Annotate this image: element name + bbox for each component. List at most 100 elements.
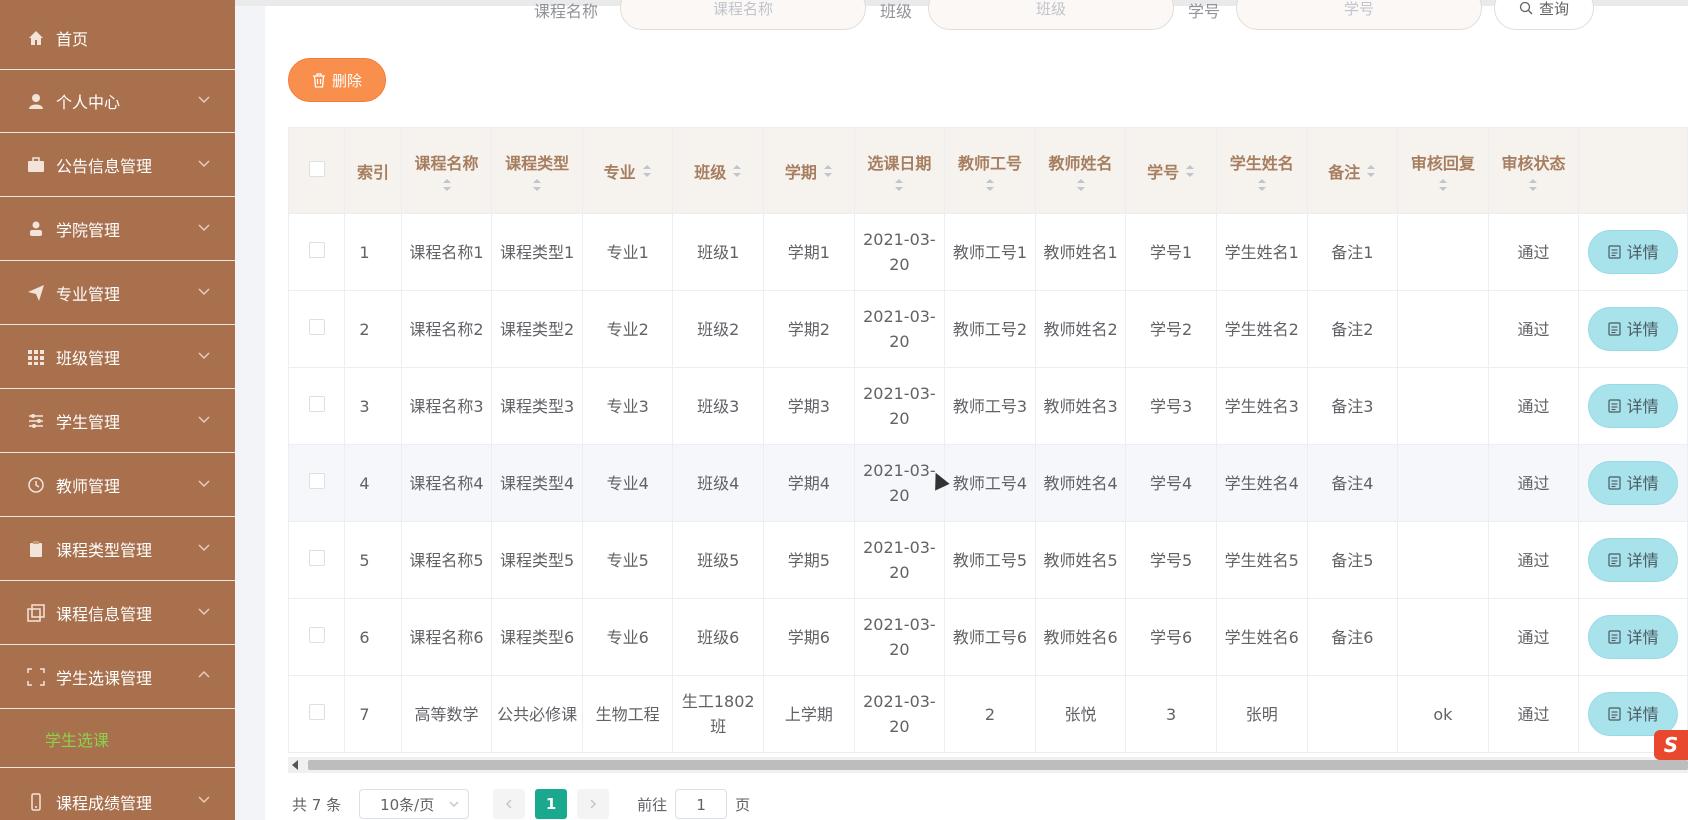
prev-page-button[interactable] <box>493 789 526 819</box>
row-checkbox-cell[interactable] <box>287 598 346 676</box>
sort-icon[interactable] <box>1528 178 1538 192</box>
ime-floating-icon[interactable]: S <box>1654 730 1688 760</box>
row-checkbox[interactable] <box>308 241 325 258</box>
cell-selection-date: 2021-03-20 <box>853 367 946 445</box>
search-input-class[interactable]: 班级 <box>928 0 1174 30</box>
column-header-review-reply[interactable]: 审核回复 <box>1397 127 1489 214</box>
select-all-checkbox-cell[interactable] <box>287 127 346 214</box>
cell-class: 班级2 <box>672 290 765 368</box>
sidebar-subitem-course-selection[interactable]: 学生选课 <box>0 710 235 768</box>
delete-button[interactable]: 删除 <box>288 58 386 102</box>
sidebar-item-label: 学生选课管理 <box>56 669 153 688</box>
sidebar-item-course-selection[interactable]: 学生选课管理 <box>0 646 235 709</box>
row-checkbox-cell[interactable] <box>287 367 346 445</box>
page-size-select[interactable]: 10条/页 <box>359 789 470 819</box>
chevron-down-icon <box>198 160 210 168</box>
sidebar-item-course-type[interactable]: 课程类型管理 <box>0 518 235 581</box>
sidebar-item-grades[interactable]: 课程成绩管理 <box>0 770 235 820</box>
sort-icon[interactable] <box>532 178 542 192</box>
sort-icon[interactable] <box>1257 178 1267 192</box>
chevron-left-icon <box>506 799 512 809</box>
column-header-review-status[interactable]: 审核状态 <box>1487 127 1580 214</box>
column-header-course-name[interactable]: 课程名称 <box>400 127 493 214</box>
sidebar-item-label: 公告信息管理 <box>56 157 153 176</box>
cell-note: 备注5 <box>1306 521 1399 599</box>
table-horizontal-scrollbar[interactable] <box>288 757 1688 773</box>
column-header-note[interactable]: 备注 <box>1306 127 1399 214</box>
sidebar-item-personal[interactable]: 个人中心 <box>0 70 235 133</box>
row-checkbox[interactable] <box>308 472 325 489</box>
sort-icon[interactable] <box>1076 178 1086 192</box>
sidebar-item-student[interactable]: 学生管理 <box>0 390 235 453</box>
column-header-course-type[interactable]: 课程类型 <box>491 127 583 214</box>
detail-button[interactable]: 详情 <box>1588 384 1679 428</box>
column-header-class[interactable]: 班级 <box>672 127 765 214</box>
cell-teacher-id: 教师工号5 <box>944 521 1036 599</box>
table-row: 4 课程名称4 课程类型4 专业4 班级4 学期4 2021-03-20 教师工号4 教师姓名4… <box>287 444 1688 522</box>
table-row: 5 课程名称5 课程类型5 专业5 班级5 学期5 2021-03-20 教师工号5 教师姓名5… <box>287 521 1688 599</box>
column-header-index: 索引 <box>344 127 402 214</box>
search-input-student-id[interactable]: 学号 <box>1236 0 1482 30</box>
detail-button-label: 详情 <box>1626 704 1659 724</box>
cell-student-id: 学号5 <box>1125 521 1217 599</box>
sort-icon[interactable] <box>894 178 904 192</box>
document-icon <box>1607 630 1621 644</box>
cell-term: 上学期 <box>763 675 855 753</box>
row-checkbox-cell[interactable] <box>287 521 346 599</box>
detail-button[interactable]: 详情 <box>1588 461 1679 505</box>
search-input-course-name[interactable]: 课程名称 <box>620 0 866 30</box>
page-number-current[interactable]: 1 <box>535 789 568 819</box>
cell-student-name: 学生姓名4 <box>1215 444 1308 522</box>
sort-icon[interactable] <box>1366 164 1376 178</box>
sidebar-item-teacher[interactable]: 教师管理 <box>0 454 235 517</box>
column-header-selection-date[interactable]: 选课日期 <box>853 127 946 214</box>
row-checkbox[interactable] <box>308 549 325 566</box>
row-checkbox[interactable] <box>308 395 325 412</box>
row-checkbox-cell[interactable] <box>287 444 346 522</box>
sort-icon[interactable] <box>1185 164 1195 178</box>
next-page-button[interactable] <box>577 789 610 819</box>
sort-icon[interactable] <box>985 178 995 192</box>
cell-review-reply: ok <box>1397 675 1489 753</box>
row-checkbox[interactable] <box>308 626 325 643</box>
sort-icon[interactable] <box>732 164 742 178</box>
row-checkbox[interactable] <box>308 318 325 335</box>
detail-button-label: 详情 <box>1626 627 1659 647</box>
sidebar-item-course-info[interactable]: 课程信息管理 <box>0 582 235 645</box>
cell-actions: 详情 <box>1578 444 1688 522</box>
row-checkbox-cell[interactable] <box>287 213 346 291</box>
scroll-left-arrow-icon[interactable] <box>292 760 298 770</box>
goto-page-input[interactable]: 1 <box>675 789 728 819</box>
column-header-teacher-name[interactable]: 教师姓名 <box>1034 127 1127 214</box>
sidebar-item-major[interactable]: 专业管理 <box>0 262 235 325</box>
sidebar-item-college[interactable]: 学院管理 <box>0 198 235 261</box>
sort-icon[interactable] <box>1438 178 1448 192</box>
sidebar: 首页 个人中心 公告信息管理 学院管理 专业管理 班级管理 学生管理 教师管理 … <box>0 0 235 820</box>
detail-button[interactable]: 详情 <box>1588 230 1679 274</box>
select-all-checkbox[interactable] <box>308 160 325 177</box>
detail-button[interactable]: 详情 <box>1588 307 1679 351</box>
column-header-teacher-id[interactable]: 教师工号 <box>944 127 1036 214</box>
column-header-term[interactable]: 学期 <box>763 127 855 214</box>
cell-course-type: 课程类型4 <box>491 444 583 522</box>
column-header-student-id[interactable]: 学号 <box>1125 127 1217 214</box>
row-checkbox-cell[interactable] <box>287 290 346 368</box>
cell-actions: 详情 <box>1578 367 1688 445</box>
search-button[interactable]: 查询 <box>1494 0 1594 30</box>
sidebar-item-class[interactable]: 班级管理 <box>0 326 235 389</box>
sort-icon[interactable] <box>823 164 833 178</box>
row-checkbox-cell[interactable] <box>287 675 346 753</box>
column-header-student-name[interactable]: 学生姓名 <box>1215 127 1308 214</box>
sort-icon[interactable] <box>442 178 452 192</box>
cell-course-type: 课程类型6 <box>491 598 583 676</box>
detail-button[interactable]: 详情 <box>1588 615 1679 659</box>
row-checkbox[interactable] <box>308 703 325 720</box>
detail-button[interactable]: 详情 <box>1588 538 1679 582</box>
scrollbar-thumb[interactable] <box>308 760 1688 770</box>
table-header-row: 索引 课程名称 课程类型 专业 班级 学期 选课日期 教师工号 教师姓名 学号 … <box>287 127 1688 214</box>
sidebar-item-notice[interactable]: 公告信息管理 <box>0 134 235 197</box>
column-header-major[interactable]: 专业 <box>581 127 674 214</box>
sidebar-item-home[interactable]: 首页 <box>0 7 235 70</box>
sort-icon[interactable] <box>642 164 652 178</box>
cell-teacher-name: 张悦 <box>1034 675 1127 753</box>
